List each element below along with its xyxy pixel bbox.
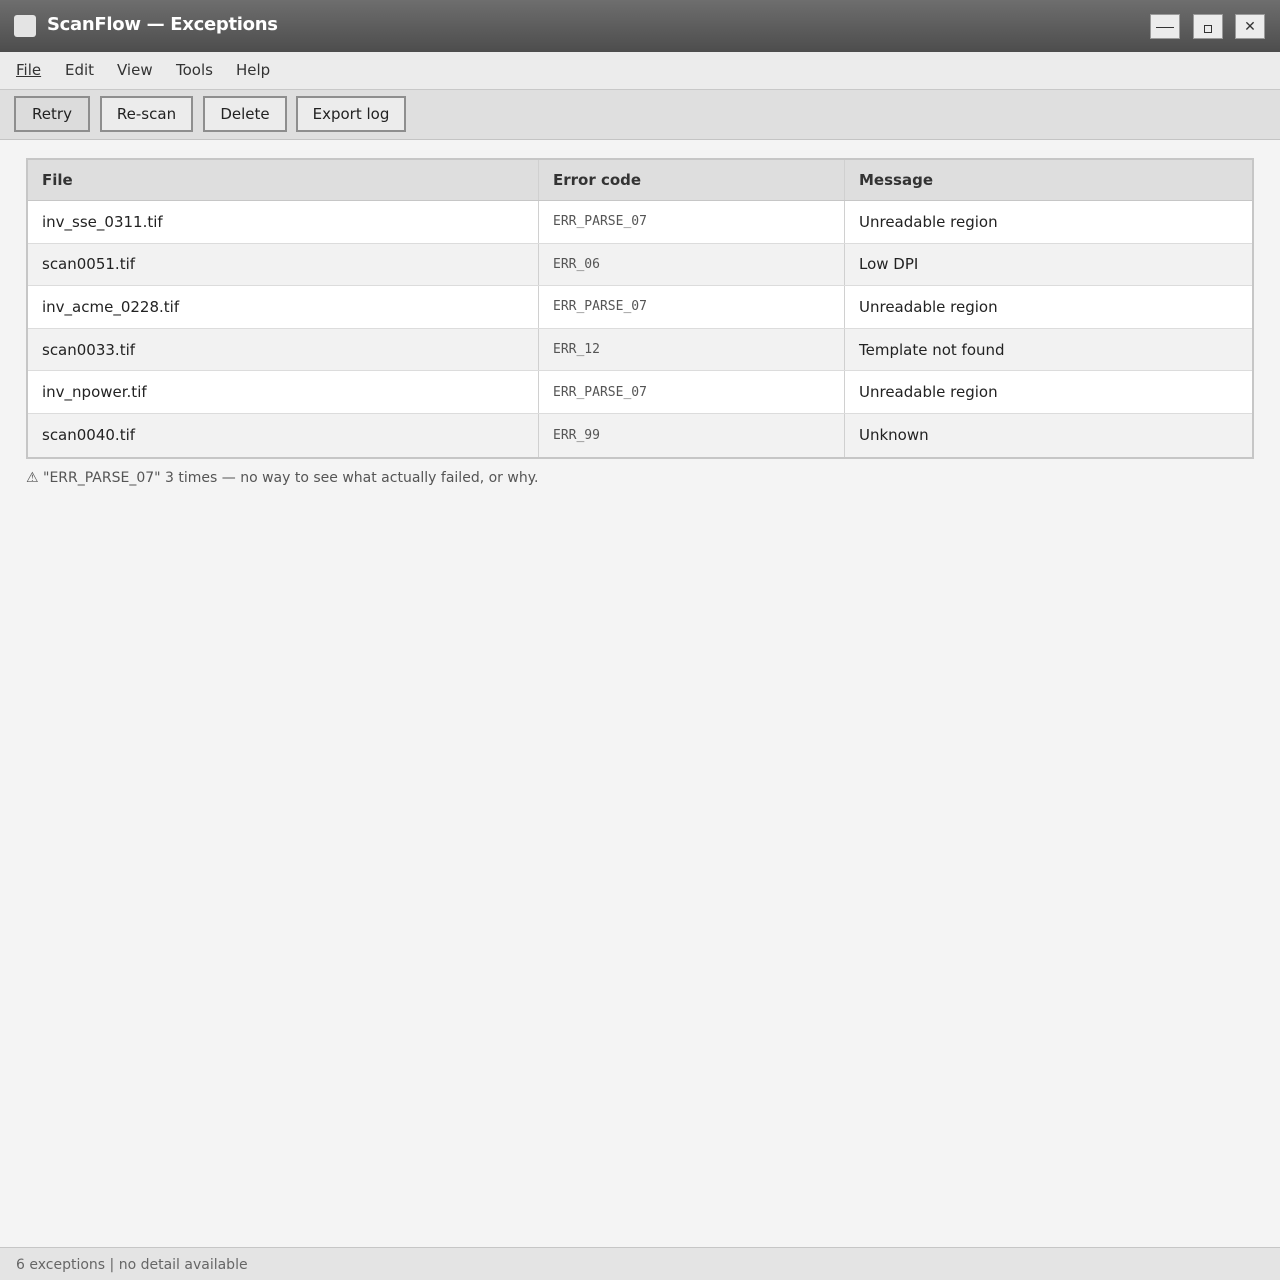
menu-file[interactable]: File bbox=[16, 61, 41, 79]
close-icon: ✕ bbox=[1244, 18, 1256, 35]
table-row[interactable]: scan0033.tif ERR_12 Template not found bbox=[28, 328, 1252, 372]
window-title: ScanFlow — Exceptions bbox=[47, 14, 278, 35]
table-row[interactable]: inv_npower.tif ERR_PARSE_07 Unreadable r… bbox=[28, 371, 1252, 414]
cell-error-code: ERR_06 bbox=[539, 243, 845, 286]
cell-message: Unknown bbox=[859, 426, 929, 445]
cell-file: inv_sse_0311.tif bbox=[28, 201, 539, 243]
cell-error-code: ERR_PARSE_07 bbox=[539, 201, 845, 243]
close-button[interactable]: ✕ bbox=[1235, 14, 1265, 39]
cell-error-code: ERR_PARSE_07 bbox=[539, 371, 845, 413]
status-bar: 6 exceptions | no detail available bbox=[0, 1247, 1280, 1280]
minimize-icon bbox=[1156, 27, 1174, 28]
table-row[interactable]: inv_acme_0228.tif ERR_PARSE_07 Unreadabl… bbox=[28, 286, 1252, 329]
delete-button[interactable]: Delete bbox=[203, 96, 287, 132]
table-row[interactable]: inv_sse_0311.tif ERR_PARSE_07 Unreadable… bbox=[28, 201, 1252, 244]
menu-edit[interactable]: Edit bbox=[65, 61, 94, 79]
cell-file: scan0033.tif bbox=[28, 328, 539, 371]
app-window: ScanFlow — Exceptions ✕ File Edit View T… bbox=[0, 0, 1280, 1280]
table-body: inv_sse_0311.tif ERR_PARSE_07 Unreadable… bbox=[28, 201, 1252, 457]
maximize-icon bbox=[1204, 24, 1212, 33]
title-bar[interactable]: ScanFlow — Exceptions ✕ bbox=[0, 0, 1280, 52]
cell-message: Template not found bbox=[859, 340, 1005, 359]
minimize-button[interactable] bbox=[1150, 14, 1180, 39]
cell-message: Unreadable region bbox=[859, 383, 998, 402]
app-icon bbox=[14, 15, 36, 37]
cell-file: inv_npower.tif bbox=[28, 371, 539, 413]
column-header-message[interactable]: Message bbox=[845, 160, 1252, 200]
menu-bar: File Edit View Tools Help bbox=[0, 52, 1280, 90]
cell-error-code: ERR_99 bbox=[539, 413, 845, 457]
cell-message: Low DPI bbox=[859, 255, 919, 274]
cell-file: scan0051.tif bbox=[28, 243, 539, 286]
toolbar: Retry Re-scan Delete Export log bbox=[0, 90, 1280, 140]
cell-file: scan0040.tif bbox=[28, 413, 539, 457]
menu-help[interactable]: Help bbox=[236, 61, 270, 79]
rescan-button[interactable]: Re-scan bbox=[100, 96, 193, 132]
exceptions-table: File Error code Message inv_sse_0311.tif… bbox=[26, 158, 1254, 459]
cell-error-code: ERR_PARSE_07 bbox=[539, 286, 845, 328]
cell-file: inv_acme_0228.tif bbox=[28, 286, 539, 328]
column-header-error-code[interactable]: Error code bbox=[539, 160, 845, 200]
cell-message: Unreadable region bbox=[859, 297, 998, 316]
export-log-button[interactable]: Export log bbox=[296, 96, 406, 132]
cell-error-code: ERR_12 bbox=[539, 328, 845, 371]
menu-tools[interactable]: Tools bbox=[176, 61, 213, 79]
column-header-file[interactable]: File bbox=[28, 160, 539, 200]
warning-note: ⚠ "ERR_PARSE_07" 3 times — no way to see… bbox=[26, 470, 539, 486]
table-header: File Error code Message bbox=[28, 160, 1252, 201]
cell-message: Unreadable region bbox=[859, 212, 998, 231]
table-row[interactable]: scan0040.tif ERR_99 Unknown bbox=[28, 413, 1252, 457]
table-row[interactable]: scan0051.tif ERR_06 Low DPI bbox=[28, 243, 1252, 287]
menu-view[interactable]: View bbox=[117, 61, 153, 79]
status-text: 6 exceptions | no detail available bbox=[16, 1257, 248, 1273]
maximize-button[interactable] bbox=[1193, 14, 1223, 39]
retry-button[interactable]: Retry bbox=[14, 96, 90, 132]
